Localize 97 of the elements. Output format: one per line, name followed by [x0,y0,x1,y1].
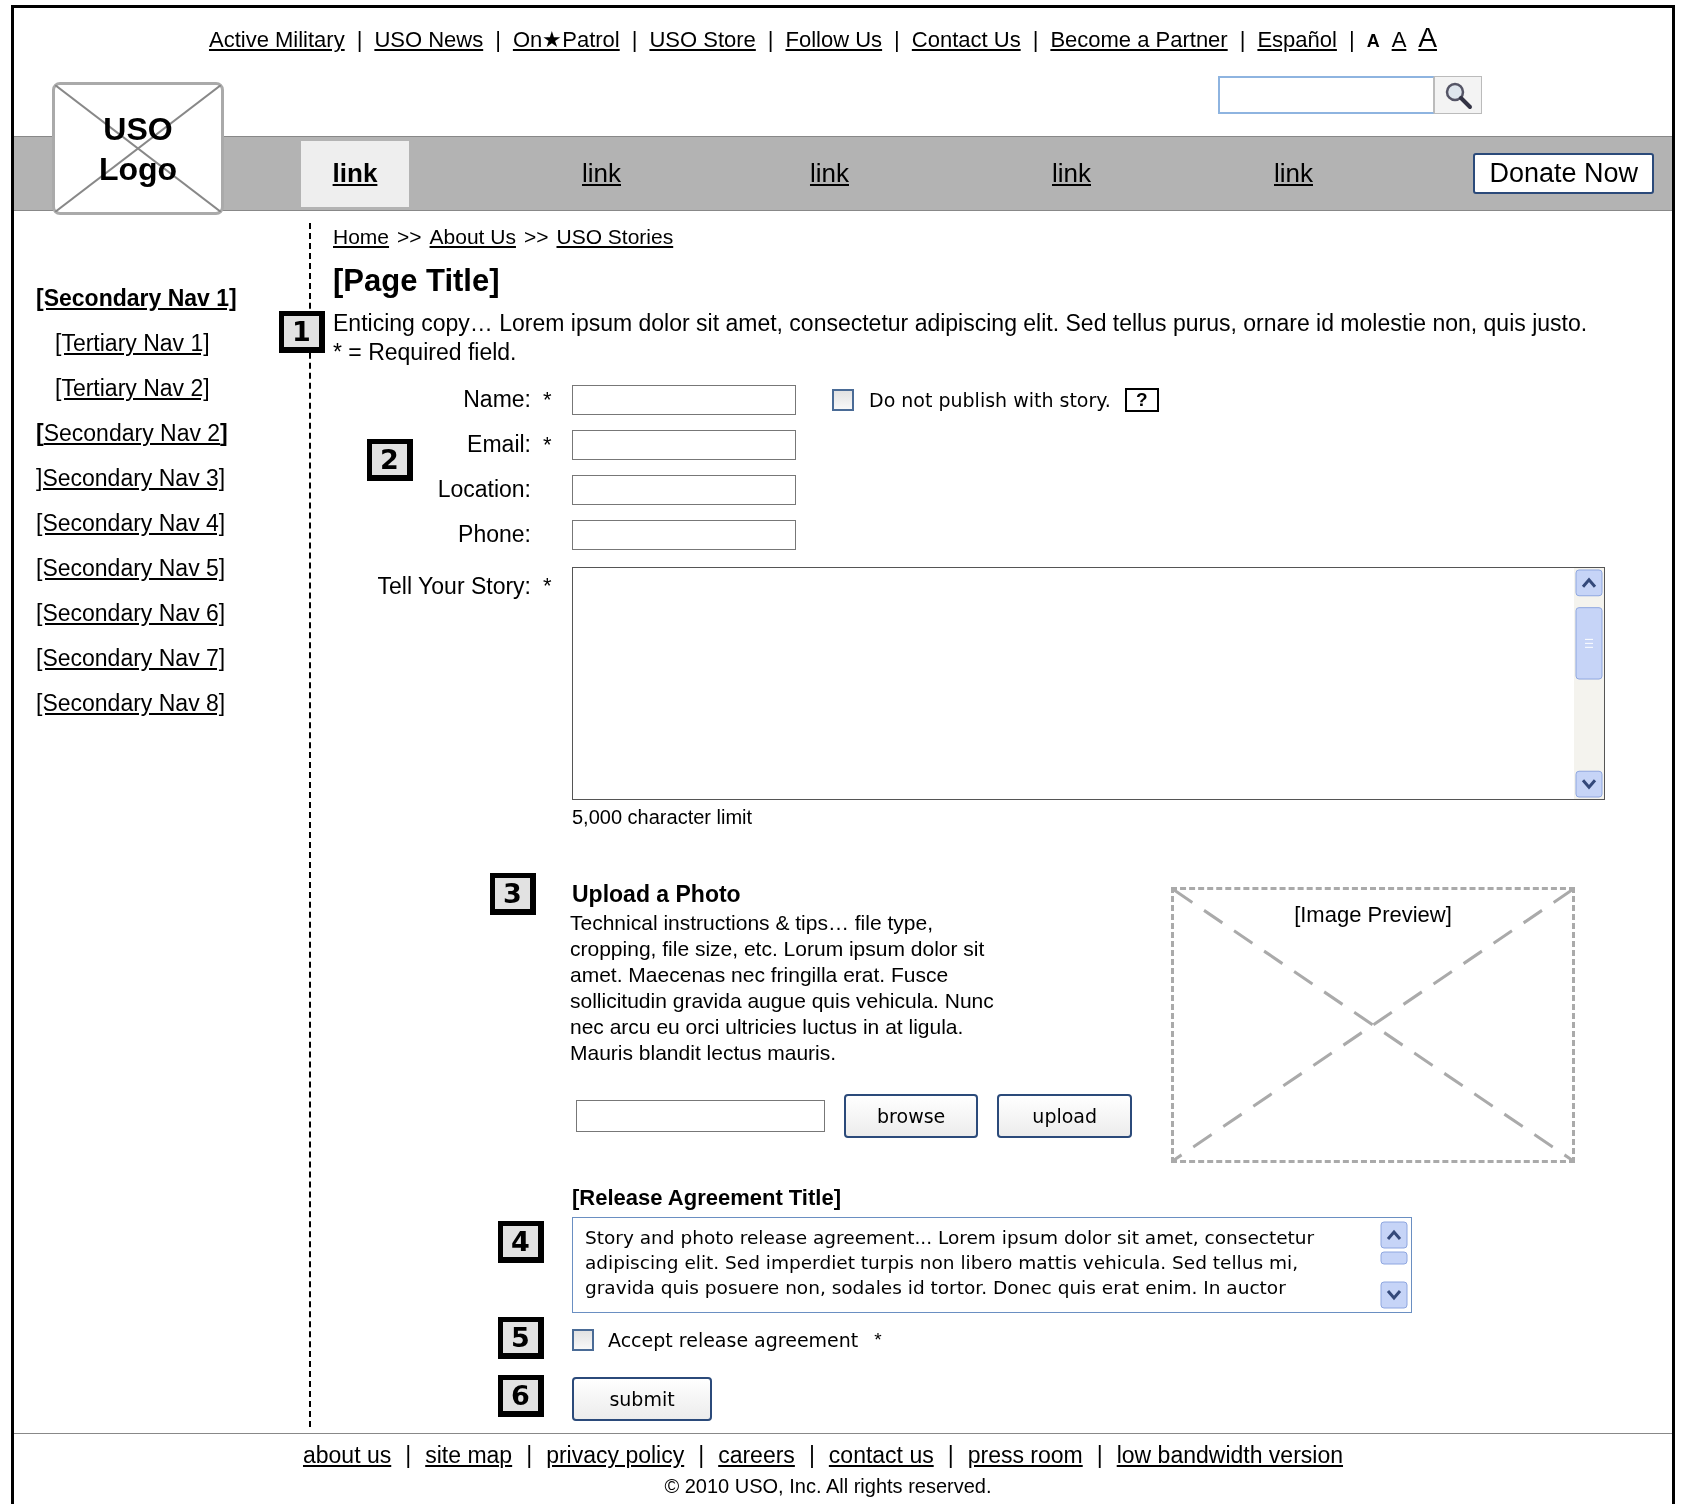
intro-text: Enticing copy… Lorem ipsum dolor sit amet, consectetur adipiscing elit. Sed tellus purus, ornare id molestie non, quis justo. [333,309,1589,338]
breadcrumb-separator: >> [397,225,422,249]
agreement-text: Story and photo release agreement... Lorem ipsum dolor sit amet, consectetur adipiscing elit. Sed imperdiet turpis non libero mattis vehicula. Sed tellus mi, gravida quis posuere non, sodales id tortor. Donec quis erat enim. In auctor [585,1226,1316,1300]
scrollbar[interactable] [1379,1220,1409,1310]
upload-button[interactable]: upload [997,1094,1132,1138]
search-field[interactable] [1218,76,1434,114]
footer-link[interactable]: contact us [828,1442,934,1469]
separator: | [808,1442,815,1469]
donate-button[interactable]: Donate Now [1473,153,1654,194]
secondary-nav-link[interactable]: [Secondary Nav 4] [36,509,226,538]
page-title: [Page Title] [333,263,501,299]
checkbox-label: Do not publish with story. [869,388,1111,411]
section-title: Upload a Photo [572,881,742,908]
footer-link[interactable]: about us [303,1442,392,1469]
scrollbar[interactable] [1574,568,1604,799]
secondary-nav-link[interactable]: [Secondary Nav 8] [36,689,226,718]
field-label: Email: [466,431,531,458]
annotation-badge: 5 [498,1317,544,1359]
separator: | [947,1442,954,1469]
input-field[interactable] [572,384,796,415]
character-limit-note: 5,000 character limit [572,806,754,829]
separator: | [405,1442,412,1469]
help-button[interactable]: ? [1124,387,1159,412]
separator: | [894,27,900,53]
checkbox[interactable] [832,388,854,411]
annotation-badge: 1 [279,311,325,353]
utility-link[interactable]: On★Patrol [512,27,620,53]
required-mark: * [543,573,552,598]
font-size-link[interactable]: A [1418,22,1437,54]
tertiary-nav-link[interactable]: [Tertiary Nav 1] [55,329,210,358]
breadcrumb-separator: >> [523,225,549,249]
breadcrumb-link[interactable]: About Us [429,225,516,249]
utility-link[interactable]: USO News [374,27,484,53]
secondary-nav-link[interactable]: [Secondary Nav 2] [36,419,228,448]
annotation-badge: 3 [490,873,536,915]
input-field[interactable] [572,429,796,460]
utility-link[interactable]: Contact Us [911,27,1021,53]
annotation-badge: 4 [498,1221,544,1263]
secondary-nav-link[interactable]: [Secondary Nav 7] [36,644,226,673]
separator: | [1096,1442,1103,1469]
nav-tab[interactable]: link [869,140,1111,207]
copyright-text: © 2010 USO, Inc. All rights reserved. [663,1475,993,1498]
utility-link[interactable]: Follow Us [785,27,883,53]
submit-button[interactable]: submit [572,1377,712,1421]
secondary-nav-link[interactable]: ]Secondary Nav 3] [36,464,226,493]
checkbox[interactable] [572,1329,594,1351]
file-field[interactable] [576,1100,825,1132]
field-label: Phone: [457,521,531,548]
search-button[interactable] [1434,76,1482,114]
required-mark: * [543,386,552,412]
utility-link[interactable]: USO Store [649,27,756,53]
nav-tab[interactable]: link [301,140,409,207]
breadcrumb-link[interactable]: Home [333,225,390,249]
story-field[interactable] [572,567,1605,800]
font-size-link[interactable]: A [1366,31,1380,52]
separator: | [1032,27,1039,53]
footer-link[interactable]: press room [967,1442,1083,1469]
separator: | [526,1442,533,1469]
nav-tab[interactable]: link [1111,140,1333,207]
field-label: Location: [436,476,531,503]
section-title: [Release Agreement Title] [572,1185,842,1211]
nav-tab[interactable]: link [641,140,869,207]
field-label: Tell Your Story: [376,572,531,600]
separator: | [1239,27,1246,53]
separator: | [356,27,363,53]
logo-text: USO Logo [98,109,178,189]
utility-link[interactable]: Español [1257,27,1337,53]
breadcrumb-link[interactable]: USO Stories [556,225,674,249]
footer-link[interactable]: careers [718,1442,795,1469]
separator: | [767,27,774,53]
checkbox-label: Accept release agreement [608,1329,859,1351]
separator: | [631,27,638,53]
required-mark: * [543,431,552,457]
footer-link[interactable]: site map [425,1442,513,1469]
annotation-badge: 2 [367,439,413,481]
font-size-link[interactable]: A [1391,27,1407,53]
search-icon [1443,80,1473,110]
input-field[interactable] [572,474,796,505]
secondary-nav-link[interactable]: [Secondary Nav 1] [36,284,237,313]
utility-link[interactable]: Active Military [208,27,345,53]
required-mark: * [874,1329,882,1351]
required-note: * = Required field. [333,338,518,367]
separator: | [495,27,501,53]
separator: | [698,1442,705,1469]
input-field[interactable] [572,519,796,550]
footer-link[interactable]: low bandwidth version [1116,1442,1343,1469]
separator: | [1348,27,1355,53]
utility-link[interactable]: Become a Partner [1050,27,1228,53]
upload-button[interactable]: browse [843,1094,979,1138]
secondary-nav-link[interactable]: [Secondary Nav 6] [36,599,226,628]
instructions-text: Technical instructions & tips… file type, cropping, file size, etc. Lorum ipsum dolor sit amet. Maecenas nec fringilla erat. Fusce sollicitudin gravida augue quis vehicula. Nunc nec arcu eu orci ultricies luctus in at ligula. Mauris blandit lectus mauris. [570,910,995,1066]
tertiary-nav-link[interactable]: [Tertiary Nav 2] [55,374,210,403]
annotation-badge: 6 [498,1375,544,1417]
field-label: Name: [462,386,531,413]
nav-tab[interactable]: link [409,140,641,207]
secondary-nav-link[interactable]: [Secondary Nav 5] [36,554,226,583]
footer-link[interactable]: privacy policy [546,1442,685,1469]
